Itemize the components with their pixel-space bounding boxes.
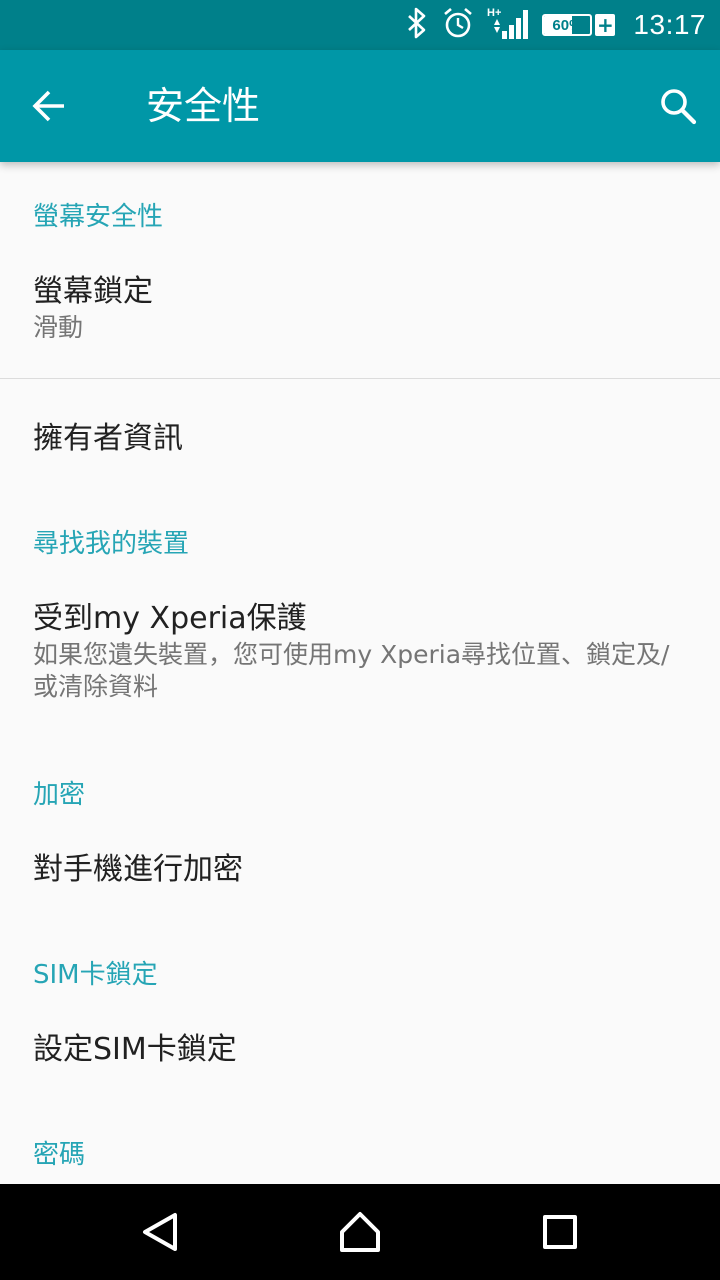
recents-icon: [543, 1215, 577, 1249]
encrypt-phone-title: 對手機進行加密: [33, 852, 243, 887]
signal-icon: H+: [486, 5, 530, 45]
my-xperia-protection-title: 受到my Xperia保護: [33, 601, 307, 636]
status-icons: H+ 60% + 13:17: [404, 0, 706, 50]
section-header-passwords: 密碼: [33, 1140, 86, 1170]
page-title: 安全性: [146, 84, 261, 128]
screen-lock-title: 螢幕鎖定: [33, 274, 153, 309]
battery-icon: 60% +: [542, 13, 616, 37]
back-button[interactable]: [22, 78, 78, 134]
section-header-find-device: 尋找我的裝置: [33, 529, 190, 559]
nav-back-button[interactable]: [126, 1202, 196, 1262]
status-bar: H+ 60% + 13:17: [0, 0, 720, 50]
charging-plus-icon: +: [595, 13, 616, 37]
nav-recents-button[interactable]: [525, 1202, 595, 1262]
my-xperia-protection-summary: 如果您遺失裝置，您可使用my Xperia尋找位置、鎖定及/或清除資料: [33, 640, 670, 701]
search-icon: [661, 89, 697, 125]
status-time: 13:17: [633, 9, 706, 40]
battery-body: 60%: [542, 14, 593, 36]
security-settings-screen: H+ 60% + 13:17 安全性 螢幕安全性 螢幕鎖定 滑動 擁有者資訊 尋…: [0, 0, 720, 1280]
network-type-label: H+: [487, 7, 501, 19]
app-bar: 安全性: [0, 50, 720, 162]
navigation-bar: [0, 1184, 720, 1280]
nav-home-button[interactable]: [325, 1202, 395, 1262]
sim-lock-setup-title: 設定SIM卡鎖定: [33, 1032, 237, 1067]
section-header-encryption: 加密: [33, 780, 86, 810]
owner-info-title: 擁有者資訊: [33, 421, 183, 456]
alarm-icon: [442, 7, 474, 43]
section-header-screen-security: 螢幕安全性: [33, 202, 164, 232]
search-button[interactable]: [650, 78, 706, 134]
screen-lock-summary: 滑動: [33, 313, 84, 342]
arrow-left-icon: [32, 90, 64, 122]
back-triangle-icon: [143, 1213, 177, 1251]
screen-lock-item[interactable]: [0, 244, 720, 378]
bluetooth-icon: [404, 6, 430, 44]
home-icon: [340, 1212, 380, 1252]
section-header-sim-lock: SIM卡鎖定: [33, 960, 158, 990]
battery-percent: 60%: [552, 16, 583, 34]
settings-list: 螢幕安全性 螢幕鎖定 滑動 擁有者資訊 尋找我的裝置 受到my Xperia保護…: [0, 162, 720, 1184]
